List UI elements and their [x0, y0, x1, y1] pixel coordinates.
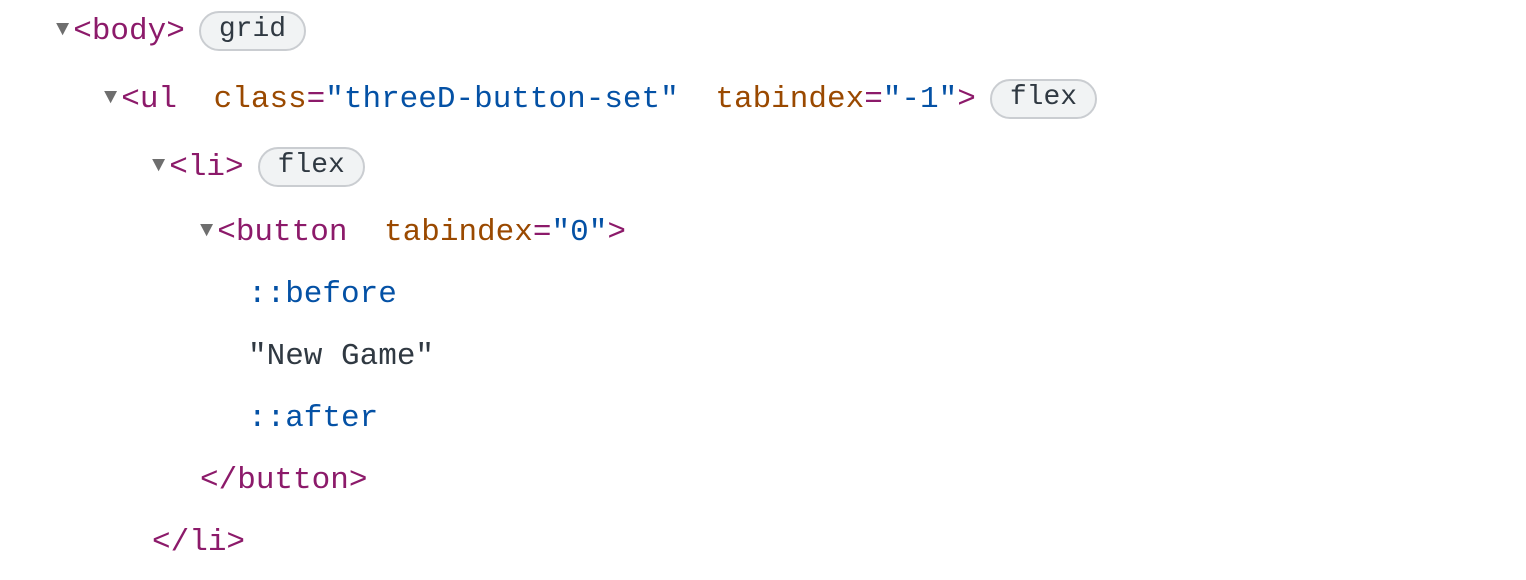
- dom-node-li-close[interactable]: </li>: [56, 526, 1526, 560]
- tag-open: <ul class="threeD-button-set" tabindex="…: [121, 83, 976, 117]
- layout-badge-flex[interactable]: flex: [258, 147, 365, 187]
- tag-open: <li>: [169, 151, 243, 185]
- disclosure-triangle-icon[interactable]: ▼: [152, 154, 165, 178]
- disclosure-triangle-icon[interactable]: ▼: [56, 18, 69, 42]
- layout-badge-flex[interactable]: flex: [990, 79, 1097, 119]
- dom-node-body[interactable]: ▼ <body> grid: [56, 12, 1526, 52]
- tag-open: <body>: [73, 15, 185, 49]
- dom-node-li[interactable]: ▼ <li> flex: [56, 148, 1526, 188]
- layout-badge-grid[interactable]: grid: [199, 11, 306, 51]
- text-node[interactable]: "New Game": [56, 340, 1526, 374]
- disclosure-triangle-icon[interactable]: ▼: [200, 219, 213, 243]
- pseudo-after[interactable]: ::after: [56, 402, 1526, 436]
- tag-close: </button>: [200, 464, 367, 498]
- disclosure-triangle-icon[interactable]: ▼: [104, 86, 117, 110]
- dom-node-ul[interactable]: ▼ <ul class="threeD-button-set" tabindex…: [56, 80, 1526, 120]
- dom-node-button-close[interactable]: </button>: [56, 464, 1526, 498]
- tag-open: <button tabindex="0">: [217, 216, 626, 250]
- dom-node-button[interactable]: ▼ <button tabindex="0">: [56, 216, 1526, 250]
- dom-tree: ▼ <body> grid ▼ <ul class="threeD-button…: [0, 0, 1526, 561]
- pseudo-before[interactable]: ::before: [56, 278, 1526, 312]
- tag-close: </li>: [152, 526, 245, 560]
